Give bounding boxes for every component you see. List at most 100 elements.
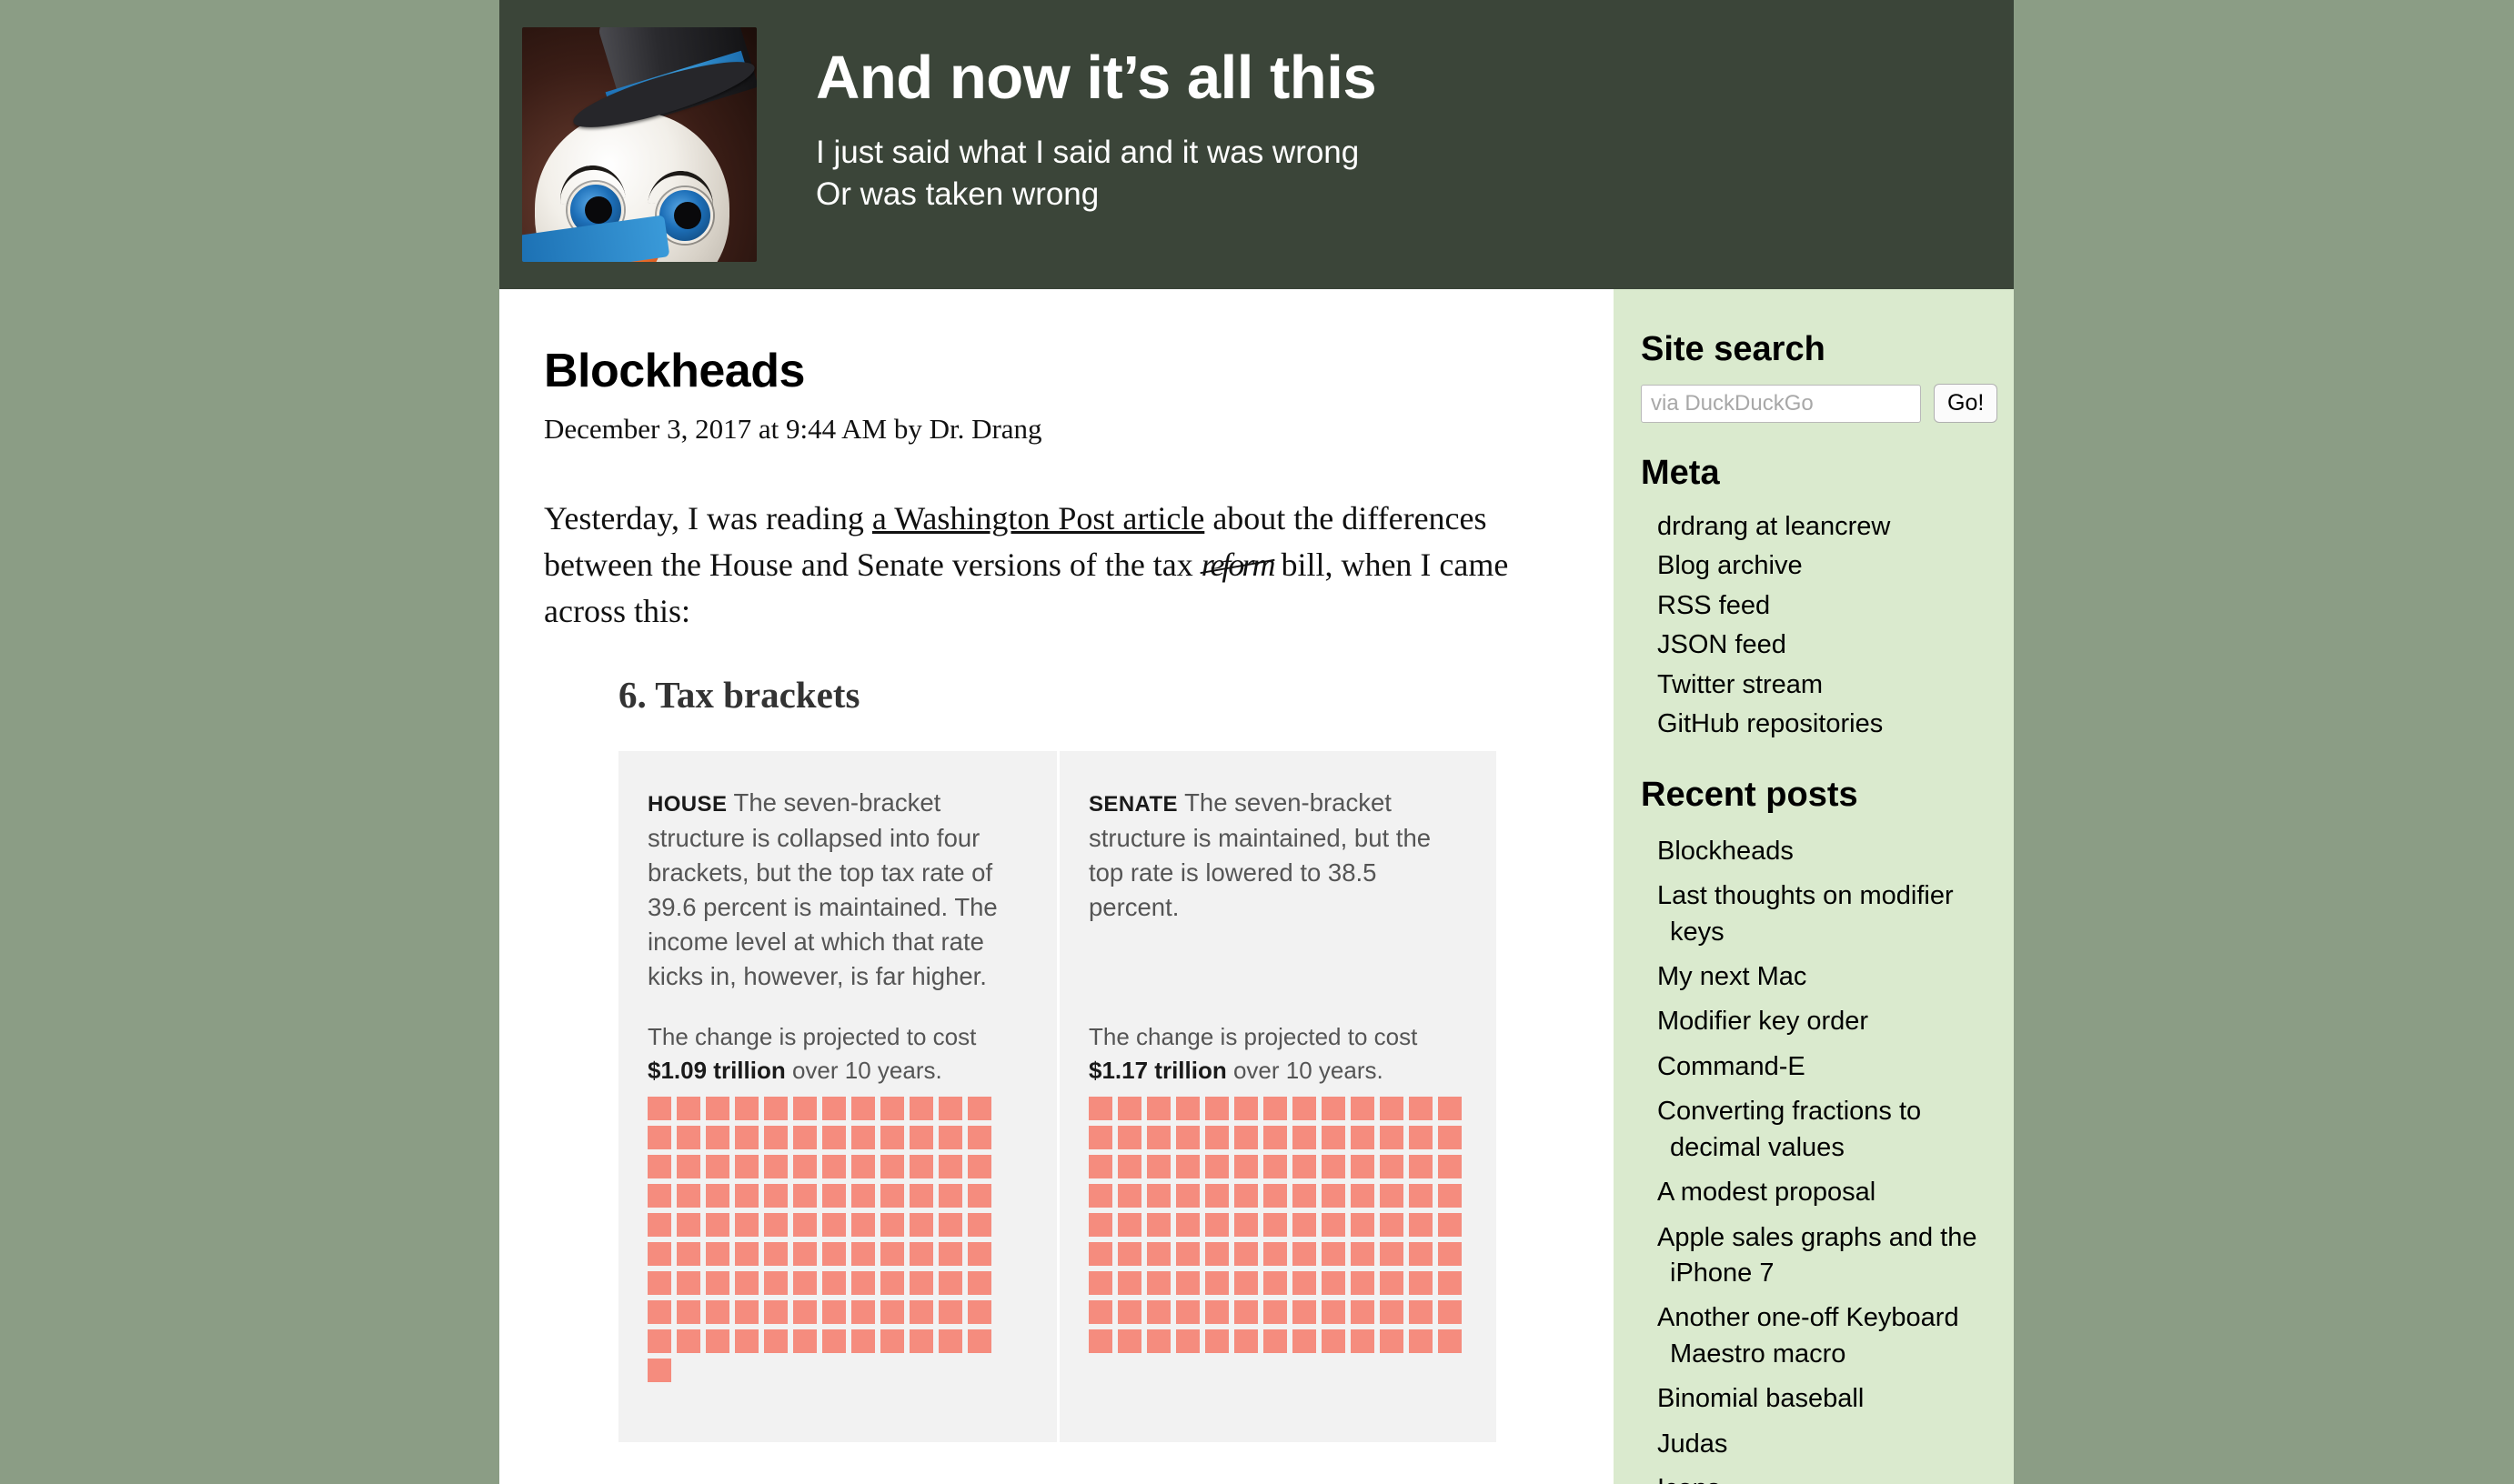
sidebar-meta-item[interactable]: GitHub repositories — [1657, 705, 1997, 744]
cost-block — [793, 1097, 817, 1121]
sidebar-recent-post-item[interactable]: Command-E — [1657, 1045, 1997, 1089]
cost-block — [1147, 1155, 1171, 1179]
washington-post-link[interactable]: a Washington Post article — [872, 500, 1204, 536]
recent-posts-list: Blockheads Last thoughts on modifier keys… — [1641, 829, 2014, 1484]
cost-block — [1263, 1300, 1287, 1325]
cost-block — [910, 1300, 933, 1325]
cost-block — [1351, 1184, 1374, 1208]
cost-block — [1118, 1300, 1141, 1325]
cost-block — [793, 1213, 817, 1238]
sidebar-recent-post-item[interactable]: Last thoughts on modifier keys — [1657, 874, 1997, 955]
cost-block — [1205, 1329, 1229, 1354]
cost-block — [1438, 1329, 1462, 1354]
cost-block — [677, 1329, 700, 1354]
cost-block — [822, 1155, 846, 1179]
sidebar-recent-post-item[interactable]: Apple sales graphs and the iPhone 7 — [1657, 1216, 1997, 1297]
cost-block — [1409, 1097, 1433, 1121]
cost-block — [880, 1184, 904, 1208]
house-panel: HOUSE The seven-bracket structure is col… — [618, 751, 1057, 1442]
cost-block — [880, 1271, 904, 1296]
sidebar-recent-post-item[interactable]: Judas — [1657, 1422, 1997, 1467]
cost-block — [939, 1242, 962, 1267]
search-input[interactable] — [1641, 384, 1921, 423]
cost-block — [1409, 1213, 1433, 1238]
cost-block — [1263, 1184, 1287, 1208]
cost-block — [880, 1155, 904, 1179]
cost-block — [648, 1359, 671, 1383]
cost-block — [735, 1271, 759, 1296]
search-go-button[interactable]: Go! — [1934, 384, 1998, 423]
masthead-text: And now it’s all this I just said what I… — [816, 27, 1377, 216]
cost-block — [1176, 1097, 1200, 1121]
cost-block — [1380, 1184, 1403, 1208]
cost-block — [1380, 1126, 1403, 1150]
cost-block — [939, 1155, 962, 1179]
cost-block — [1205, 1126, 1229, 1150]
cost-block — [1263, 1155, 1287, 1179]
cost-block — [1089, 1329, 1112, 1354]
sidebar-meta-item[interactable]: Blog archive — [1657, 546, 1997, 586]
cost-block — [822, 1271, 846, 1296]
cost-block — [706, 1271, 729, 1296]
cost-block — [677, 1271, 700, 1296]
cost-block — [1322, 1242, 1345, 1267]
cost-block — [1147, 1242, 1171, 1267]
cost-block — [1089, 1126, 1112, 1150]
cost-block — [1322, 1329, 1345, 1354]
sidebar-meta-item[interactable]: RSS feed — [1657, 587, 1997, 626]
recent-posts-heading: Recent posts — [1641, 775, 1858, 814]
sidebar-recent-post-item[interactable]: A modest proposal — [1657, 1170, 1997, 1215]
cost-block — [1234, 1097, 1258, 1121]
cost-block — [793, 1155, 817, 1179]
cost-block — [764, 1329, 788, 1354]
site-header: And now it’s all this I just said what I… — [499, 0, 2014, 289]
cost-block — [1409, 1329, 1433, 1354]
cost-block — [1176, 1329, 1200, 1354]
cost-block — [793, 1329, 817, 1354]
cost-block — [1409, 1126, 1433, 1150]
cost-block — [1438, 1126, 1462, 1150]
cost-block — [648, 1300, 671, 1325]
site-title[interactable]: And now it’s all this — [816, 47, 1377, 108]
cost-block — [851, 1271, 875, 1296]
meta-list: drdrang at leancrew Blog archive RSS feed J… — [1641, 507, 2014, 745]
sidebar-recent-post-item[interactable]: Icons — [1657, 1467, 1997, 1484]
cost-block — [1263, 1213, 1287, 1238]
cost-block — [1176, 1271, 1200, 1296]
house-label: HOUSE — [648, 792, 728, 817]
sidebar-recent-post-item[interactable]: Binomial baseball — [1657, 1377, 1997, 1421]
cost-block — [1234, 1300, 1258, 1325]
cost-block — [1351, 1097, 1374, 1121]
cost-block — [1292, 1213, 1316, 1238]
sidebar-meta-item[interactable]: Twitter stream — [1657, 666, 1997, 705]
sidebar-recent-post-item[interactable]: Another one-off Keyboard Maestro macro — [1657, 1296, 1997, 1377]
sidebar-recent-post-item[interactable]: Converting fractions to decimal values — [1657, 1089, 1997, 1170]
cost-block — [1234, 1184, 1258, 1208]
sidebar-meta-item[interactable]: JSON feed — [1657, 626, 1997, 665]
cost-block — [648, 1242, 671, 1267]
cost-block — [939, 1097, 962, 1121]
cost-block — [1380, 1329, 1403, 1354]
cost-block — [1409, 1184, 1433, 1208]
cost-block — [851, 1329, 875, 1354]
sidebar-meta-item[interactable]: drdrang at leancrew — [1657, 507, 1997, 546]
cost-block — [851, 1097, 875, 1121]
cost-block — [1118, 1329, 1141, 1354]
cost-block — [706, 1184, 729, 1208]
post-paragraph-1: Yesterday, I was reading a Washington Po… — [544, 496, 1541, 635]
sidebar-recent-post-item[interactable]: Modifier key order — [1657, 999, 1997, 1044]
cost-block — [1351, 1213, 1374, 1238]
cost-block — [1380, 1271, 1403, 1296]
cost-block — [735, 1300, 759, 1325]
house-description-text: The seven-bracket structure is collapsed… — [648, 788, 998, 991]
cost-block — [735, 1213, 759, 1238]
cost-block — [1205, 1271, 1229, 1296]
cost-block — [880, 1097, 904, 1121]
cost-block — [1234, 1155, 1258, 1179]
cost-block — [1351, 1300, 1374, 1325]
sidebar-recent-post-item[interactable]: Blockheads — [1657, 829, 1997, 874]
cost-block — [764, 1126, 788, 1150]
senate-description: SENATE The seven-bracket structure is ma… — [1089, 786, 1453, 925]
cost-block — [764, 1155, 788, 1179]
sidebar-recent-post-item[interactable]: My next Mac — [1657, 955, 1997, 999]
